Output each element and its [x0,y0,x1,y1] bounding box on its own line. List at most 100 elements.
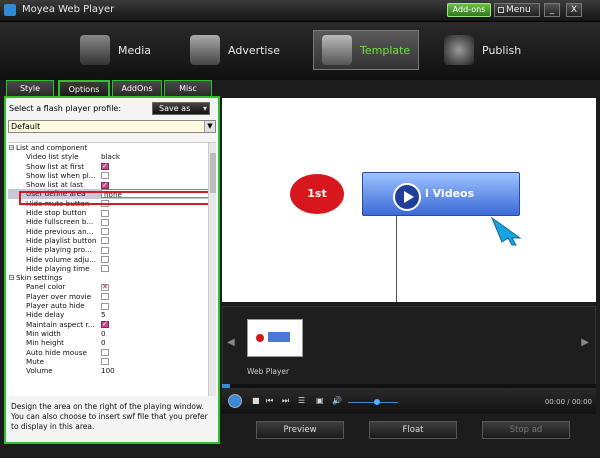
fullscreen-icon[interactable]: ▣ [316,396,324,405]
checkbox[interactable] [101,209,109,217]
chevron-down-icon: ▾ [202,104,207,113]
thumb-button [268,332,290,342]
preview-button[interactable]: Preview [256,421,344,439]
checkbox[interactable] [101,172,109,180]
template-preview: 1st l Videos [222,98,596,302]
playlist-icon[interactable]: ☰ [298,396,305,405]
checkbox[interactable] [101,228,109,236]
nav-media-label: Media [118,43,152,57]
property-scrollbar[interactable] [208,143,216,396]
checkbox[interactable] [101,293,109,301]
prop-row[interactable]: Panel color [8,282,216,292]
tab-addons[interactable]: AddOns [112,80,162,96]
tab-options[interactable]: Options [58,80,110,96]
float-button[interactable]: Float [369,421,457,439]
prop-row[interactable]: Show list at first [8,162,216,171]
prop-row[interactable]: Mute [8,357,216,366]
scrollbar-thumb[interactable] [210,153,216,193]
addons-button[interactable]: Add-ons [447,3,491,17]
checkbox[interactable] [101,256,109,264]
divider-line [396,216,397,302]
pointer-arrow-icon [490,216,522,246]
settings-panel: Style Options AddOns Misc Select a flash… [4,80,220,444]
tab-misc[interactable]: Misc [164,80,212,96]
prop-row[interactable]: Hide playlist button [8,236,216,245]
collapse-icon[interactable]: − [9,145,14,151]
play-icon [393,183,421,211]
player-controls: ■ ⏮ ⏭ ☰ ▣ 🔊 00:00 / 00:00 [222,388,596,414]
next-icon[interactable]: ⏭ [282,396,289,406]
checkbox[interactable] [101,358,109,366]
checkbox[interactable] [101,265,109,273]
category-skin-settings[interactable]: − Skin settings [8,273,216,282]
checkbox[interactable] [101,162,109,171]
stop-icon[interactable]: ■ [252,396,260,405]
window-title: Moyea Web Player [22,4,115,15]
prop-row[interactable]: Hide delay 5 [8,310,216,319]
stop-ad-button[interactable]: Stop ad [482,421,570,439]
collapse-icon[interactable]: − [9,275,14,281]
strip-next-icon[interactable]: ▶ [581,337,589,348]
prop-row[interactable]: Hide playing pro... [8,245,216,254]
nav-template[interactable]: Template [313,30,420,70]
prop-row[interactable]: Auto hide mouse [8,348,216,357]
first-badge: 1st [290,174,344,214]
time-display: 00:00 / 00:00 [544,398,592,406]
prop-row-user-define-area[interactable]: User define area none [8,189,216,199]
prop-row[interactable]: Min width 0 [8,329,216,338]
checkbox[interactable] [101,302,109,310]
title-bar: Moyea Web Player Add-ons Menu _ X [0,0,600,22]
prop-row[interactable]: Hide stop button [8,208,216,217]
checkbox[interactable] [101,349,109,357]
main-nav: Media Advertise Template Publish [0,22,600,80]
close-button[interactable]: X [566,3,582,17]
nav-publish-label: Publish [482,43,522,57]
checkbox[interactable] [101,200,109,208]
checkbox[interactable] [101,218,109,226]
prop-row[interactable]: Hide mute button [8,199,216,208]
prop-row[interactable]: Video list style black [8,152,216,161]
prop-row[interactable]: Min height 0 [8,338,216,347]
prop-row[interactable]: Hide previous an... [8,227,216,236]
settings-tabs: Style Options AddOns Misc [4,80,220,96]
color-swatch[interactable] [101,283,109,292]
prop-row[interactable]: Player over movie [8,292,216,301]
save-as-button[interactable]: Save as ▾ [152,102,210,115]
user-define-area-input[interactable]: none [101,189,209,199]
prop-row[interactable]: Hide playing time [8,264,216,273]
prop-row[interactable]: Show list when pl... [8,171,216,180]
prop-row[interactable]: Volume 100 [8,366,216,375]
nav-publish[interactable]: Publish [444,30,521,70]
previous-icon[interactable]: ⏮ [266,396,273,406]
template-strip: ◀ Web Player ▶ [222,306,596,388]
checkbox[interactable] [101,246,109,254]
volume-icon[interactable]: 🔊 [332,396,342,405]
checkbox[interactable] [101,320,109,329]
nav-advertise[interactable]: Advertise [190,30,280,70]
nav-media[interactable]: Media [80,30,151,70]
profile-select[interactable]: Default ▼ [8,120,216,133]
menu-button[interactable]: Menu [494,3,540,17]
menu-label: Menu [506,5,531,15]
minimize-button[interactable]: _ [544,3,560,17]
tab-style[interactable]: Style [6,80,54,96]
category-list-and-component[interactable]: − List and component [8,143,216,152]
checkbox[interactable] [101,237,109,245]
thumb-badge [256,334,264,342]
prop-row[interactable]: Maintain aspect r... [8,320,216,329]
volume-knob[interactable] [374,399,380,405]
play-button[interactable] [228,394,242,408]
prop-row[interactable]: Hide volume adju... [8,255,216,264]
prop-row[interactable]: Show list at last [8,180,216,189]
profile-selected: Default [11,122,41,131]
videos-button[interactable]: l Videos [362,172,520,216]
thumbnail-label: Web Player [247,367,290,376]
volume-slider[interactable] [348,402,398,403]
checkbox[interactable] [101,181,109,189]
strip-prev-icon[interactable]: ◀ [227,337,235,348]
prop-row[interactable]: Hide fullscreen b... [8,217,216,226]
template-thumbnail[interactable] [247,319,303,357]
chevron-down-icon: ▼ [204,121,215,132]
options-panel: Select a flash player profile: Save as ▾ … [4,96,220,444]
prop-row[interactable]: Player auto hide [8,301,216,310]
